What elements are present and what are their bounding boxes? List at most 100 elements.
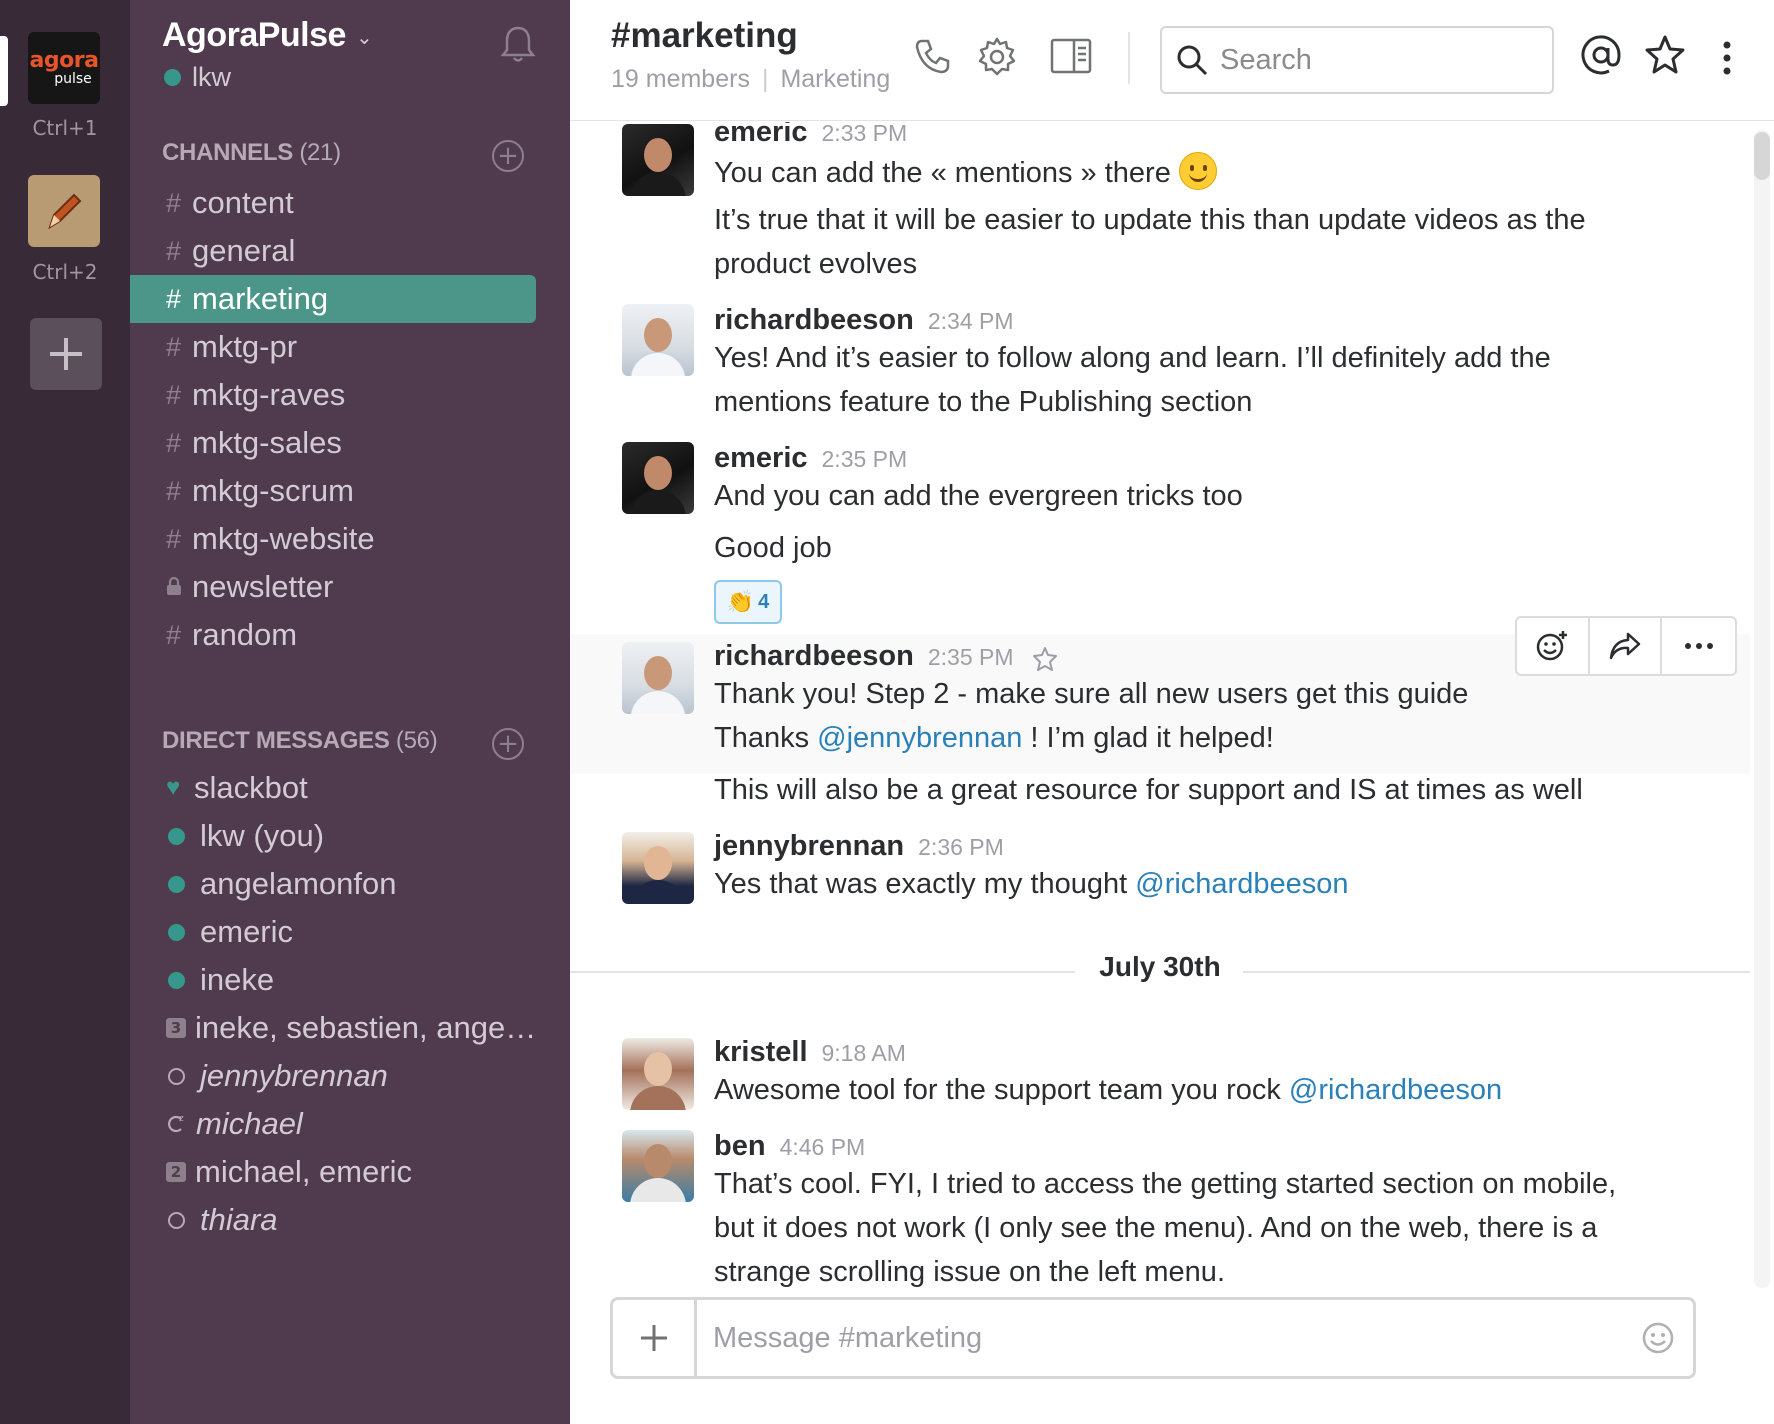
message-time[interactable]: 2:35 PM: [822, 446, 908, 472]
message-time[interactable]: 2:36 PM: [918, 834, 1004, 860]
dm-label: ineke, sebastien, ange…: [195, 1010, 537, 1045]
add-reaction-button[interactable]: [1517, 618, 1590, 674]
message-line: ! I’m glad it helped!: [1022, 722, 1274, 754]
message-author[interactable]: emeric 2:33 PM: [714, 122, 907, 149]
member-count[interactable]: 19 members: [611, 65, 750, 93]
user-mention-link[interactable]: @richardbeeson: [1289, 1074, 1502, 1106]
phone-icon[interactable]: [912, 36, 952, 80]
dm-label: michael, emeric: [195, 1154, 413, 1189]
channel-item-mktg-pr[interactable]: # mktg-pr: [130, 323, 570, 371]
star-message-icon[interactable]: [1032, 646, 1058, 676]
message-input[interactable]: [697, 1321, 1623, 1355]
avatar-ben[interactable]: [622, 1130, 694, 1202]
add-channel-icon[interactable]: +: [492, 140, 524, 172]
message-scrollbar[interactable]: [1754, 130, 1770, 1288]
attach-button[interactable]: [613, 1300, 697, 1376]
dm-item-jennybrennan[interactable]: jennybrennan: [130, 1052, 570, 1100]
dm-label: michael: [196, 1106, 303, 1141]
team-agorapulse-logo[interactable]: agora pulse: [28, 32, 100, 104]
message-text: This will also be a great resource for s…: [714, 774, 1583, 806]
dm-item-thiara[interactable]: thiara: [130, 1196, 570, 1244]
message-author[interactable]: jennybrennan 2:36 PM: [714, 830, 1004, 863]
channel-title[interactable]: #marketing: [611, 16, 798, 56]
team-shortcut-2: Ctrl+2: [32, 260, 98, 284]
scrollbar-thumb[interactable]: [1754, 132, 1770, 180]
gear-icon[interactable]: [976, 36, 1018, 82]
direct-messages-header[interactable]: DIRECT MESSAGES (56): [162, 727, 438, 755]
star-icon[interactable]: [1644, 34, 1686, 80]
message-line: You can add the « mentions » there: [714, 157, 1171, 189]
team-switcher: agora pulse Ctrl+1 Ctrl+2: [0, 0, 130, 1424]
more-actions-button[interactable]: [1662, 618, 1735, 674]
channel-item-mktg-scrum[interactable]: # mktg-scrum: [130, 467, 570, 515]
user-mention-link[interactable]: @jennybrennan: [817, 722, 1022, 754]
avatar-emeric[interactable]: [622, 442, 694, 514]
dm-label: lkw (you): [200, 818, 325, 853]
pencil-icon: [48, 193, 82, 230]
avatar-jennybrennan[interactable]: [622, 832, 694, 904]
dm-item-michael[interactable]: z michael: [130, 1100, 570, 1148]
lock-icon: [166, 572, 192, 603]
add-dm-icon[interactable]: +: [492, 728, 524, 760]
dm-item-lkw[interactable]: lkw (you): [130, 812, 570, 860]
dm-item-slackbot[interactable]: ♥ slackbot: [130, 764, 570, 812]
channel-topic[interactable]: Marketing: [780, 65, 890, 93]
message-time[interactable]: 4:46 PM: [780, 1134, 866, 1160]
channel-item-mktg-sales[interactable]: # mktg-sales: [130, 419, 570, 467]
current-user-name: lkw: [192, 62, 231, 92]
dm-item-angelamonfon[interactable]: angelamonfon: [130, 860, 570, 908]
search-input[interactable]: [1220, 43, 1540, 77]
author-name: richardbeeson: [714, 304, 914, 336]
channels-header-label: CHANNELS: [162, 139, 293, 166]
message-text: but it does not work (I only see the men…: [714, 1212, 1598, 1244]
search-box[interactable]: [1160, 26, 1554, 94]
mentions-icon[interactable]: [1580, 34, 1622, 80]
dm-item-ineke[interactable]: ineke: [130, 956, 570, 1004]
avatar-richardbeeson[interactable]: [622, 304, 694, 376]
dm-item-group-michael[interactable]: 2 michael, emeric: [130, 1148, 570, 1196]
reaction-clap[interactable]: 👏 4: [714, 580, 782, 624]
share-arrow-icon: [1609, 632, 1641, 660]
dm-label: thiara: [200, 1202, 278, 1237]
emoji-picker-button[interactable]: [1623, 1321, 1693, 1355]
dm-label: angelamonfon: [200, 866, 397, 901]
channel-label: mktg-pr: [192, 329, 298, 364]
channel-item-random[interactable]: # random: [130, 611, 570, 659]
message-author[interactable]: ben 4:46 PM: [714, 1130, 865, 1163]
heart-icon: ♥: [166, 774, 181, 801]
message-time[interactable]: 2:33 PM: [822, 122, 908, 146]
message-author[interactable]: richardbeeson 2:35 PM: [714, 640, 1014, 673]
avatar-emeric[interactable]: [622, 124, 694, 196]
channel-item-marketing[interactable]: # marketing: [130, 275, 536, 323]
dm-item-emeric[interactable]: emeric: [130, 908, 570, 956]
team-menu[interactable]: AgoraPulse ⌄: [162, 16, 373, 55]
avatar-richardbeeson[interactable]: [622, 642, 694, 714]
channel-item-general[interactable]: # general: [130, 227, 570, 275]
hash-icon: #: [166, 187, 182, 218]
message-author[interactable]: emeric 2:35 PM: [714, 442, 907, 475]
channels-header[interactable]: CHANNELS (21): [162, 139, 341, 167]
message-author[interactable]: richardbeeson 2:34 PM: [714, 304, 1014, 337]
user-mention-link[interactable]: @richardbeeson: [1135, 868, 1348, 900]
hash-icon: #: [166, 283, 182, 314]
message-line: Awesome tool for the support team you ro…: [714, 1074, 1289, 1106]
channel-item-mktg-raves[interactable]: # mktg-raves: [130, 371, 570, 419]
add-team-button[interactable]: [30, 318, 102, 390]
message-author[interactable]: kristell 9:18 AM: [714, 1036, 906, 1069]
message-time[interactable]: 2:34 PM: [928, 308, 1014, 334]
message-time[interactable]: 9:18 AM: [822, 1040, 906, 1066]
share-message-button[interactable]: [1590, 618, 1663, 674]
dm-item-group-ineke[interactable]: 3 ineke, sebastien, ange…: [130, 1004, 570, 1052]
channel-item-content[interactable]: # content: [130, 179, 570, 227]
hash-icon: #: [166, 619, 182, 650]
more-vertical-icon[interactable]: [1722, 40, 1732, 80]
details-pane-icon[interactable]: [1050, 36, 1092, 80]
message-time[interactable]: 2:35 PM: [928, 644, 1014, 670]
channel-item-newsletter[interactable]: newsletter: [130, 563, 570, 611]
current-user[interactable]: lkw: [164, 62, 231, 93]
channel-label: random: [192, 617, 298, 652]
bell-icon[interactable]: [500, 24, 536, 68]
avatar-kristell[interactable]: [622, 1038, 694, 1110]
channel-item-mktg-website[interactable]: # mktg-website: [130, 515, 570, 563]
team-2-tile[interactable]: [28, 175, 100, 247]
